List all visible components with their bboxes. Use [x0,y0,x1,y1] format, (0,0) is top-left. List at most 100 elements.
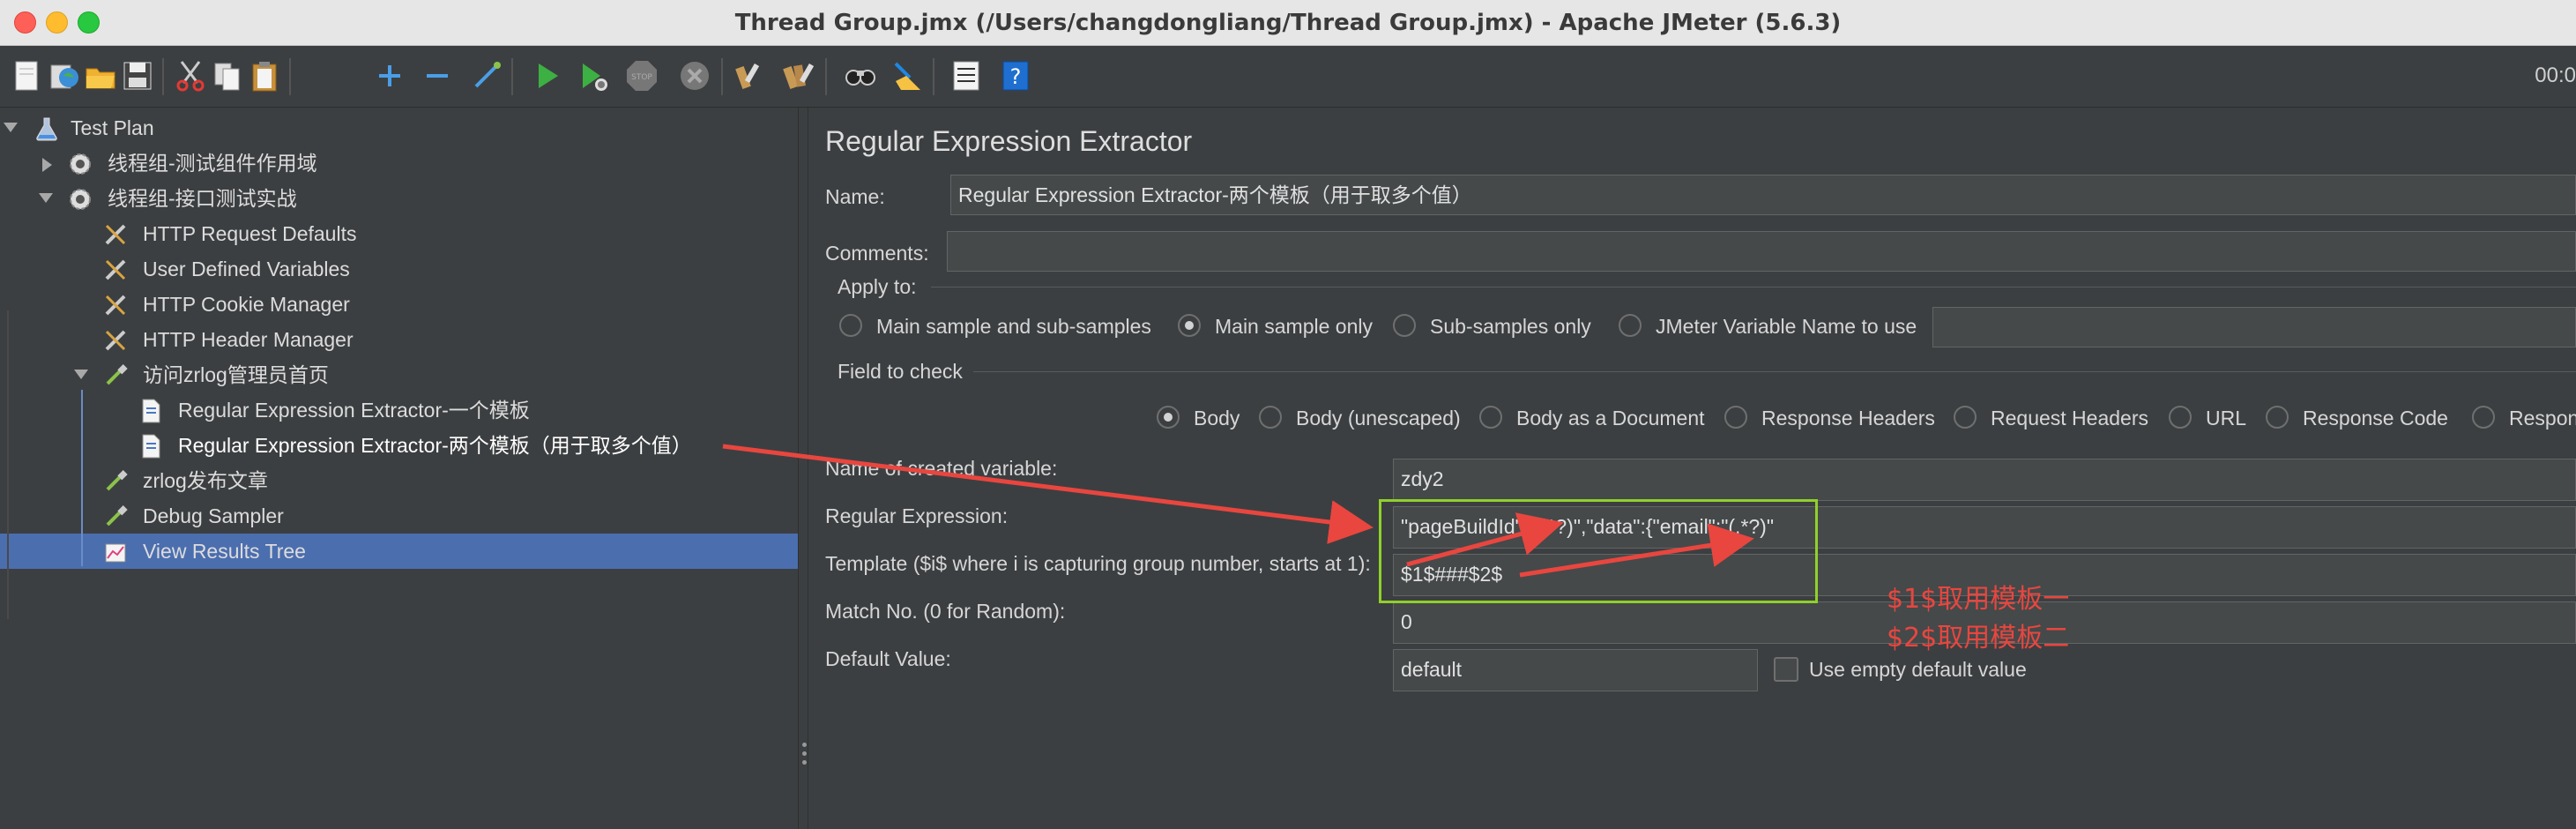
chevron-down-icon[interactable] [4,123,18,132]
variable-name-label: Name of created variable: [825,457,1058,480]
use-empty-default-label: Use empty default value [1809,658,2027,681]
tree-node-thread-group-1[interactable]: 线程组-测试组件作用域 [0,146,798,180]
tree-node-sampler-post[interactable]: zrlog发布文章 [0,464,798,497]
name-label: Name: [825,185,885,208]
field-request-headers-radio[interactable] [1954,406,1977,429]
new-icon[interactable] [9,58,44,93]
pipette-icon [102,504,129,530]
splitter-grip [802,743,807,747]
comments-input[interactable] [947,231,2576,272]
field-response-code-radio[interactable] [2266,406,2289,429]
clear-icon[interactable] [732,58,767,93]
tree-node-debug-sampler[interactable]: Debug Sampler [0,499,798,533]
tree-node-label: User Defined Variables [143,258,350,280]
apply-main-only-radio[interactable] [1178,314,1201,337]
tree-node-label: HTTP Request Defaults [143,222,357,245]
field-option-label: Request Headers [1991,407,2148,429]
tree-node-thread-group-2[interactable]: 线程组-接口测试实战 [0,182,798,215]
field-response-headers-radio[interactable] [1724,406,1747,429]
help-icon[interactable]: ? [998,58,1033,93]
default-value-label: Default Value: [825,647,951,670]
svg-text:STOP: STOP [631,73,652,82]
field-option-label: Body (unescaped) [1296,407,1461,429]
field-body-unescaped-radio[interactable] [1259,406,1282,429]
field-url-radio[interactable] [2169,406,2192,429]
save-icon[interactable] [120,58,155,93]
default-value-input[interactable]: default [1393,649,1758,691]
toolbar: STOP ? 00:0 [0,46,2576,108]
use-empty-default-checkbox[interactable] [1774,657,1798,682]
apply-main-and-sub-radio[interactable] [839,314,862,337]
toolbar-separator [721,58,723,95]
collapse-icon[interactable] [420,58,455,93]
apply-sub-only-radio[interactable] [1393,314,1416,337]
tree-node-http-header-manager[interactable]: HTTP Header Manager [0,323,798,356]
tree-node-view-results-tree[interactable]: View Results Tree [0,534,798,568]
field-option-label: Respon [2509,407,2576,429]
stop-icon[interactable]: STOP [624,58,659,93]
splitter-grip [802,760,807,765]
function-helper-icon[interactable] [949,58,984,93]
field-option-label: Body as a Document [1516,407,1705,429]
annotation-note-2: $2$取用模板二 [1887,623,2070,653]
field-body-radio[interactable] [1157,406,1180,429]
tree-node-label: HTTP Header Manager [143,328,354,351]
apply-jmeter-var-radio[interactable] [1619,314,1642,337]
flask-icon [34,116,60,142]
variable-name-input[interactable]: zdy2 [1393,459,2576,501]
search-icon[interactable] [843,58,878,93]
start-icon[interactable] [529,58,564,93]
name-input[interactable]: Regular Expression Extractor-两个模板（用于取多个值… [950,175,2576,215]
tree-node-extractor-2[interactable]: Regular Expression Extractor-两个模板（用于取多个值… [0,429,798,462]
toolbar-separator [511,58,513,95]
tree-node-label: zrlog发布文章 [143,469,268,492]
panel-title: Regular Expression Extractor [825,125,1193,157]
cut-icon[interactable] [173,58,208,93]
group-divider [973,371,2576,372]
panel-splitter[interactable] [798,108,808,829]
toggle-icon[interactable] [469,58,504,93]
window-title: Thread Group.jmx (/Users/changdongliang/… [734,10,1842,36]
expand-icon[interactable] [372,58,407,93]
paste-icon[interactable] [247,58,282,93]
templates-icon[interactable] [46,58,81,93]
template-label: Template ($i$ where i is capturing group… [825,552,1371,575]
splitter-grip [802,751,807,756]
field-body-document-radio[interactable] [1479,406,1502,429]
toolbar-separator [289,58,291,95]
elapsed-timer: 00:0 [2535,63,2576,87]
field-to-check-label: Field to check [838,360,963,383]
tree-node-label: 线程组-接口测试实战 [108,187,297,210]
tree-node-extractor-1[interactable]: Regular Expression Extractor-一个模板 [0,393,798,427]
annotation-note-1: $1$取用模板一 [1887,584,2070,615]
chevron-down-icon[interactable] [74,370,88,379]
wrench-icon [102,221,129,248]
field-response-message-radio[interactable] [2472,406,2495,429]
extractor-panel: Regular Expression Extractor Name: Regul… [809,108,2576,829]
clear-all-icon[interactable] [781,58,816,93]
chart-icon [102,539,129,565]
tree-node-user-defined-variables[interactable]: User Defined Variables [0,252,798,286]
document-icon [138,433,164,459]
tree-node-http-request-defaults[interactable]: HTTP Request Defaults [0,217,798,250]
tree-node-label: Regular Expression Extractor-两个模板（用于取多个值… [178,434,692,457]
copy-icon[interactable] [210,58,245,93]
toolbar-separator [933,58,934,95]
tree-node-http-cookie-manager[interactable]: HTTP Cookie Manager [0,288,798,321]
field-option-label: Response Headers [1761,407,1935,429]
open-icon[interactable] [83,58,118,93]
tree-node-sampler-home[interactable]: 访问zrlog管理员首页 [0,358,798,392]
tree-node-label: 线程组-测试组件作用域 [108,152,317,175]
document-icon [138,398,164,424]
jmeter-var-name-input[interactable] [1932,307,2576,347]
chevron-right-icon[interactable] [42,158,52,172]
wrench-icon [102,257,129,283]
shutdown-icon[interactable] [677,58,712,93]
chevron-down-icon[interactable] [39,193,53,203]
tree-node-test-plan[interactable]: Test Plan [0,111,798,145]
start-no-pause-icon[interactable] [575,58,610,93]
reset-search-icon[interactable] [889,58,924,93]
regex-label: Regular Expression: [825,504,1009,527]
title-bar: Thread Group.jmx (/Users/changdongliang/… [0,0,2576,46]
gear-icon [67,151,93,177]
